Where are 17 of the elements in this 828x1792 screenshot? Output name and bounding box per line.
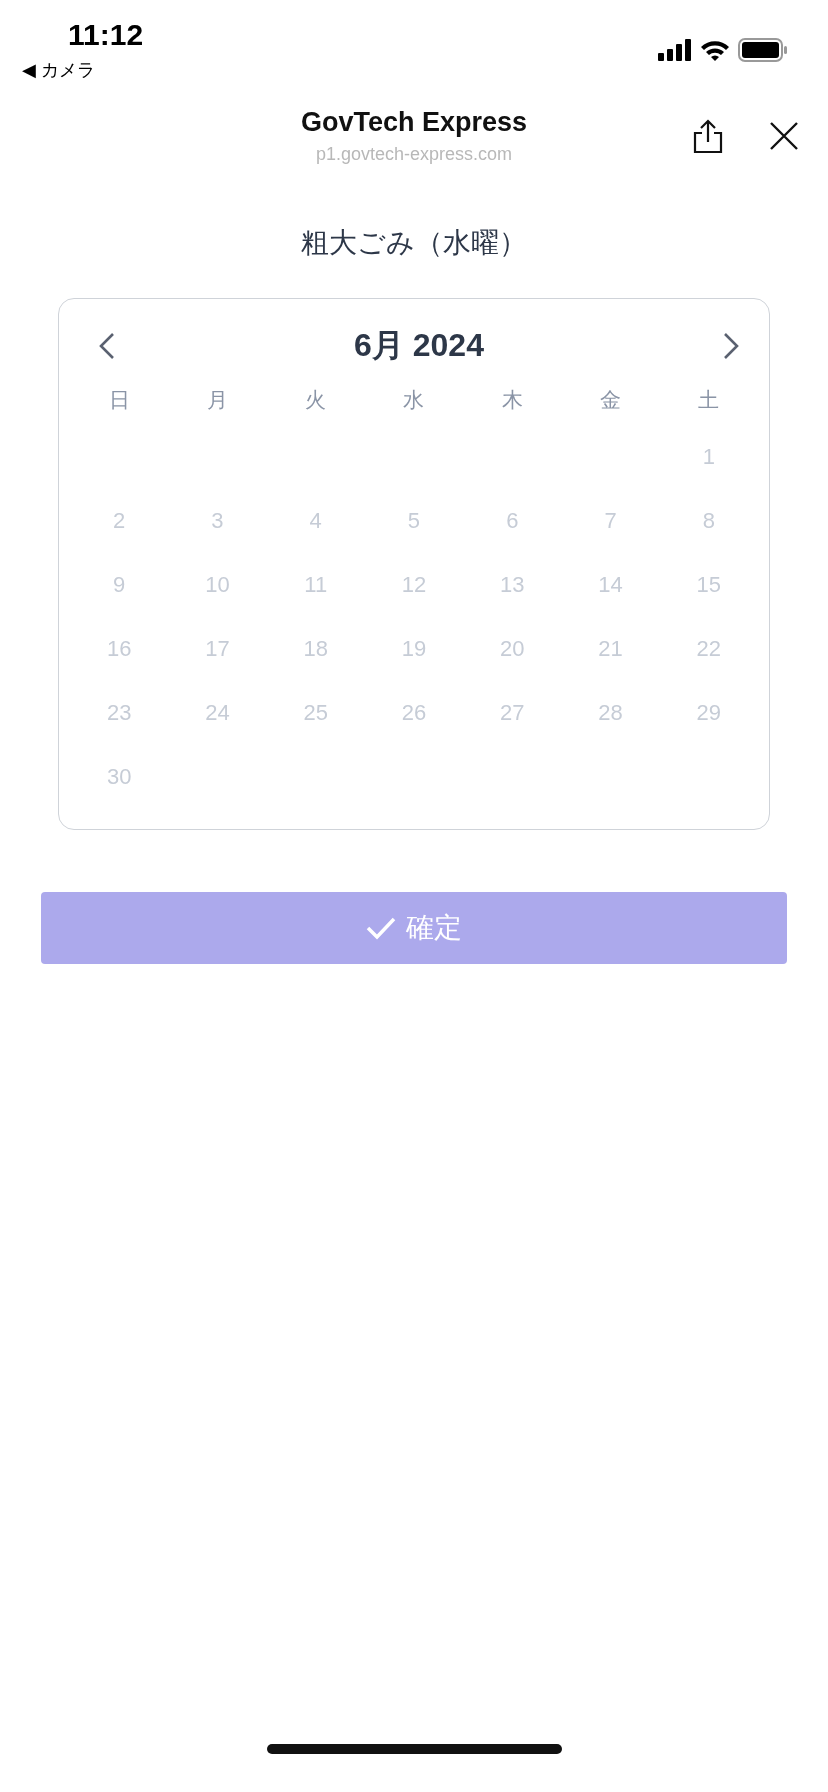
- checkmark-icon: [366, 916, 396, 940]
- weekday-label: 月: [205, 387, 229, 413]
- weekday-label: 水: [402, 387, 426, 413]
- weekday-label: 土: [697, 387, 721, 413]
- month-label: 6月 2024: [354, 326, 484, 365]
- page-heading: 粗大ごみ（水曜）: [300, 226, 528, 260]
- weekday-label: 金: [599, 387, 623, 413]
- page-title: GovTech Express: [300, 107, 528, 138]
- page-url: p1.govtech-express.com: [315, 144, 513, 165]
- weekday-label: 火: [304, 387, 328, 413]
- weekday-label: 日: [107, 387, 131, 413]
- back-to-app-link[interactable]: ◀ カメラ: [22, 58, 144, 82]
- weekday-label: 木: [500, 387, 524, 413]
- wifi-icon: [700, 39, 730, 61]
- status-time: 11:12: [68, 18, 144, 52]
- battery-icon: [738, 38, 788, 62]
- signal-icon: [658, 39, 692, 61]
